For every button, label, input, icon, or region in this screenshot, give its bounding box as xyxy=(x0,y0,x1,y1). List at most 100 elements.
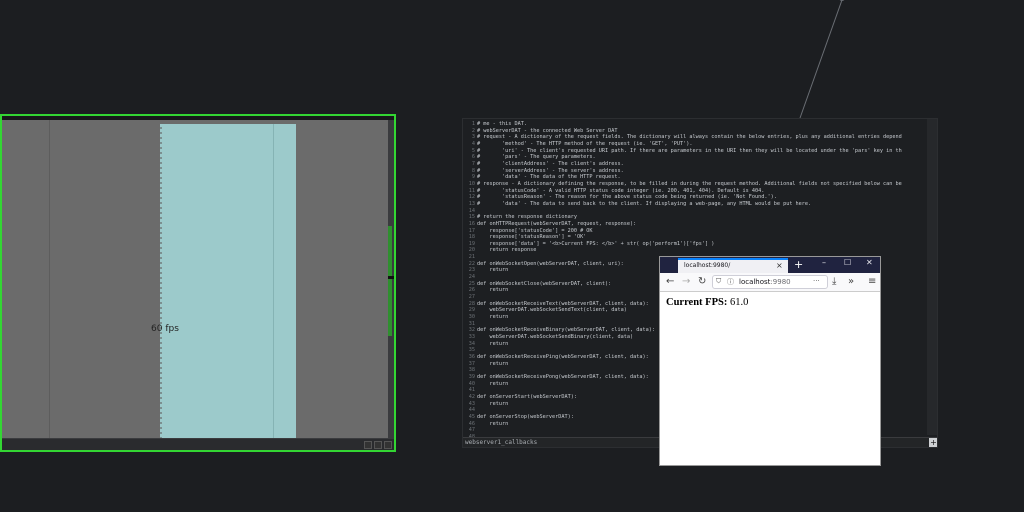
line-number: 16 xyxy=(468,220,475,227)
page-content: Current FPS: 61.0 xyxy=(660,293,880,465)
add-icon[interactable]: + xyxy=(929,438,937,447)
close-tab-icon[interactable]: × xyxy=(776,261,783,270)
reload-icon[interactable]: ↻ xyxy=(698,276,706,287)
line-number: 26 xyxy=(468,287,475,294)
line-number: 37 xyxy=(468,360,475,367)
browser-toolbar: ← → ↻ ⛉ ⓘ localhost:9980 ··· ⤓ » ≡ xyxy=(660,273,880,292)
code-line: # 'serverAddress' - The server's address… xyxy=(477,167,624,174)
line-number: 38 xyxy=(468,367,475,374)
line-number: 33 xyxy=(468,334,475,340)
line-number: 9 xyxy=(471,174,475,181)
page-actions-icon[interactable]: ··· xyxy=(813,277,820,285)
new-tab-icon[interactable]: + xyxy=(794,258,803,271)
code-line: # 'uri' - The client's requested URI pat… xyxy=(477,147,902,154)
tab-title: localhost:9980/ xyxy=(684,262,731,269)
node-output-connector[interactable] xyxy=(388,276,394,279)
node-footer xyxy=(2,438,394,450)
line-number: 2 xyxy=(471,127,475,134)
line-number: 25 xyxy=(468,280,475,287)
line-number: 27 xyxy=(468,294,475,301)
line-number: 4 xyxy=(471,140,475,147)
line-number: 22 xyxy=(468,260,475,267)
line-number: 44 xyxy=(468,407,475,414)
browser-window[interactable]: localhost:9980/ × + – ☐ ✕ ← → ↻ ⛉ ⓘ loca… xyxy=(659,256,881,466)
node-name[interactable]: webserver1_callbacks xyxy=(465,439,537,446)
code-line: response['data'] = '<b>Current FPS: </b>… xyxy=(477,240,715,247)
line-number: 36 xyxy=(468,353,475,360)
code-line: # 'data' - The data of the HTTP request. xyxy=(477,174,621,181)
line-number: 13 xyxy=(468,200,475,207)
line-number: 35 xyxy=(468,347,475,354)
url-bar[interactable]: ⛉ ⓘ localhost:9980 ··· xyxy=(712,275,828,289)
line-number: 6 xyxy=(471,154,475,161)
fps-area xyxy=(162,124,296,442)
shield-icon[interactable]: ⛉ xyxy=(716,277,721,286)
overflow-icon[interactable]: » xyxy=(848,276,854,287)
line-number: 32 xyxy=(468,327,475,334)
info-icon[interactable]: ⓘ xyxy=(727,277,734,287)
downloads-icon[interactable]: ⤓ xyxy=(832,276,836,287)
line-number: 42 xyxy=(468,393,475,400)
code-line: # 'clientAddress' - The client's address… xyxy=(477,160,624,167)
line-number: 34 xyxy=(468,340,475,347)
line-number: 3 xyxy=(471,134,475,141)
line-number: 40 xyxy=(468,380,475,387)
line-number: 24 xyxy=(468,274,475,281)
line-number: 15 xyxy=(468,214,475,221)
code-line: # 'statusReason' - The reason for the ab… xyxy=(477,194,777,201)
maximize-icon[interactable]: ☐ xyxy=(844,258,851,267)
node-flag-button[interactable] xyxy=(374,441,382,449)
line-number: 11 xyxy=(468,187,475,194)
line-number: 29 xyxy=(468,307,475,314)
code-line: # request - A dictionary of the request … xyxy=(477,134,902,141)
code-line: # response - A dictionary defining the r… xyxy=(477,180,902,187)
back-icon[interactable]: ← xyxy=(666,276,674,287)
line-number: 45 xyxy=(468,413,475,420)
line-number: 28 xyxy=(468,300,475,307)
code-line: response['statusCode'] = 200 # OK xyxy=(477,227,593,234)
line-number: 18 xyxy=(468,234,475,241)
code-line: # webServerDAT - the connected Web Serve… xyxy=(477,127,618,134)
line-number: 12 xyxy=(468,194,475,201)
code-line: # 'statusCode' - A valid HTTP status cod… xyxy=(477,187,765,194)
line-number: 19 xyxy=(468,240,475,247)
node-flag-button[interactable] xyxy=(384,441,392,449)
node-flag-button[interactable] xyxy=(364,441,372,449)
code-line: response['statusReason'] = 'OK' xyxy=(477,234,587,241)
line-number: 39 xyxy=(468,373,475,380)
grid-line xyxy=(49,120,50,442)
close-window-icon[interactable]: ✕ xyxy=(866,258,873,267)
line-number: 23 xyxy=(468,267,475,274)
line-number: 50 xyxy=(463,447,475,448)
line-number: 1 xyxy=(471,121,475,127)
line-number: 21 xyxy=(468,254,475,261)
code-line: # 'method' - The HTTP method of the requ… xyxy=(477,140,693,147)
line-number: 17 xyxy=(468,227,475,234)
browser-titlebar[interactable]: localhost:9980/ × + – ☐ ✕ xyxy=(660,257,880,273)
forward-icon[interactable]: → xyxy=(682,276,690,287)
line-number: 41 xyxy=(468,387,475,394)
code-line: return response xyxy=(477,247,537,254)
line-number: 43 xyxy=(468,400,475,407)
grid-line xyxy=(273,124,274,442)
line-number: 20 xyxy=(468,247,475,254)
url-text[interactable]: localhost:9980 xyxy=(739,278,791,286)
code-line: def onHTTPRequest(webServerDAT, request,… xyxy=(477,220,637,227)
browser-tab[interactable]: localhost:9980/ × xyxy=(678,258,788,273)
scrollbar[interactable] xyxy=(927,119,937,435)
fps-label: 60 fps xyxy=(151,324,179,334)
node-active-indicator xyxy=(388,226,392,336)
line-number-gutter: 1 2 3 4 5 6 7 8 9 10 11 12 13 14 15 16 17 18 19 20 21 22 23 24 2… xyxy=(463,121,475,448)
minimize-icon[interactable]: – xyxy=(822,258,826,267)
line-number: 31 xyxy=(468,320,475,327)
menu-icon[interactable]: ≡ xyxy=(868,276,876,287)
line-number: 46 xyxy=(468,420,475,427)
line-number: 7 xyxy=(471,160,475,167)
line-number: 8 xyxy=(471,167,475,174)
perform-node[interactable]: 60 fps xyxy=(0,114,396,452)
perform-viewer xyxy=(2,120,388,442)
fps-readout: Current FPS: 61.0 xyxy=(666,297,749,308)
code-line: # 'pars' - The query parameters. xyxy=(477,154,596,161)
line-number: 30 xyxy=(468,314,475,321)
